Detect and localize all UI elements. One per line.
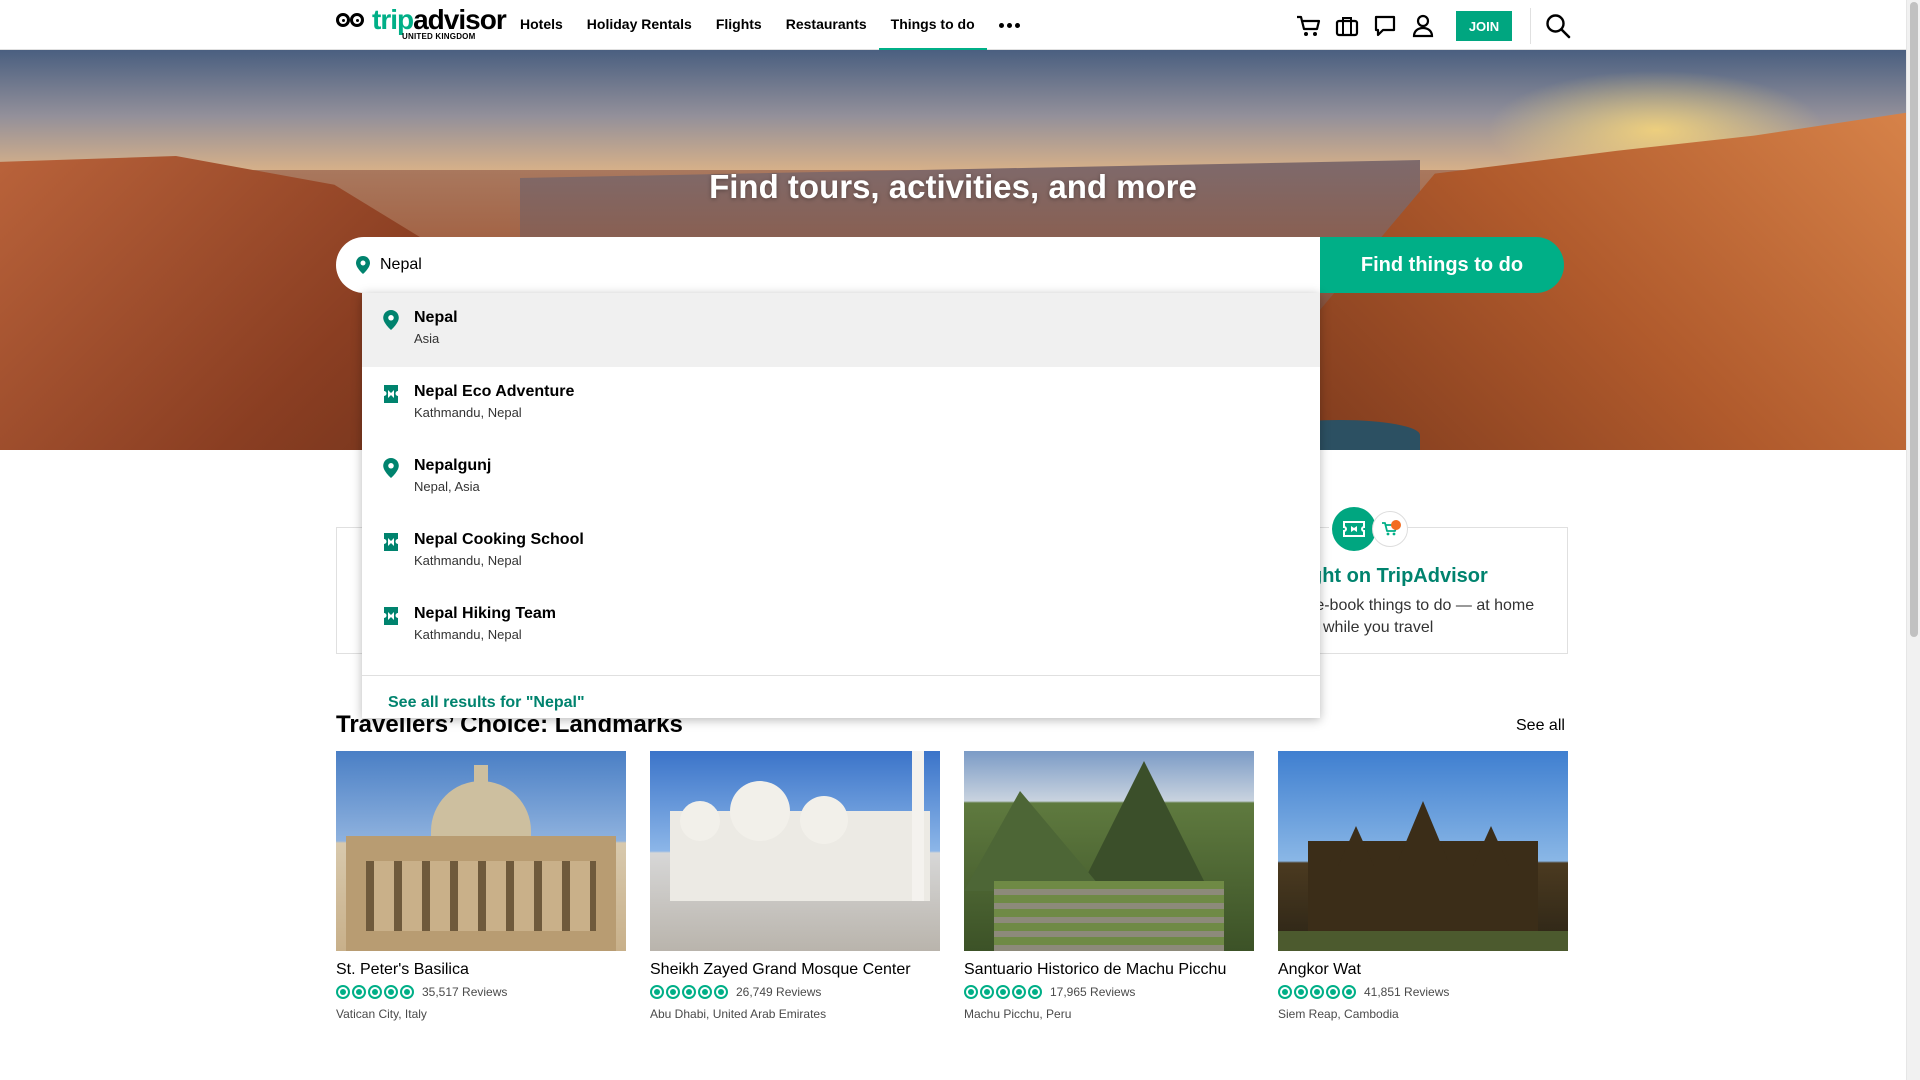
landmark-location: Abu Dhabi, United Arab Emirates: [650, 1007, 827, 1021]
suggestion-item[interactable]: Nepal Asia: [362, 293, 1320, 367]
rating-bubbles: 35,517 Reviews: [336, 984, 626, 1000]
header-actions: JOIN: [1290, 8, 1577, 44]
review-count[interactable]: 17,965 Reviews: [1050, 985, 1135, 999]
suggestion-name: Nepal Hiking Team: [414, 605, 556, 622]
page-scrollbar[interactable]: [1906, 0, 1920, 1080]
landmark-location: Machu Picchu, Peru: [964, 1007, 1072, 1021]
landmark-card[interactable]: Santuario Historico de Machu Picchu 17,9…: [964, 751, 1254, 1021]
header-divider: [1530, 8, 1531, 44]
search-bar: Find things to do: [336, 237, 1564, 293]
landmark-name[interactable]: Sheikh Zayed Grand Mosque Center: [650, 961, 940, 979]
search-suggestions: Nepal Asia Nepal Eco Adventure Kathmandu…: [362, 293, 1320, 718]
speech-bubble-icon[interactable]: [1366, 10, 1404, 42]
suggestion-name: Nepal Eco Adventure: [414, 383, 575, 400]
cart-badge-icon: [1372, 511, 1408, 547]
site-header: tripadvisor UNITED KINGDOM Hotels Holida…: [0, 0, 1906, 50]
rating-bubbles: 41,851 Reviews: [1278, 984, 1568, 1000]
promo-desc-line: re-book things to do — at home: [1310, 597, 1535, 614]
more-options-icon[interactable]: [987, 0, 1032, 50]
owl-logo-icon: [336, 11, 368, 31]
promo-title: ght on TripAdvisor: [1310, 565, 1488, 587]
suggestion-location: Kathmandu, Nepal: [414, 405, 522, 420]
landmark-name[interactable]: Angkor Wat: [1278, 961, 1568, 979]
suggestion-name: Nepalgunj: [414, 457, 492, 474]
nav-restaurants[interactable]: Restaurants: [774, 0, 879, 50]
nav-things-to-do[interactable]: Things to do: [878, 0, 987, 50]
suggestion-item[interactable]: Nepal Hiking Team Kathmandu, Nepal: [362, 589, 1320, 663]
review-count[interactable]: 35,517 Reviews: [422, 985, 507, 999]
landmark-photo[interactable]: [1278, 751, 1568, 951]
notification-dot: [1391, 520, 1401, 530]
search-input[interactable]: [380, 256, 1280, 274]
suggestion-name: Nepal: [414, 309, 458, 326]
suggestion-name: Nepal Cooking School: [414, 531, 584, 548]
nav-hotels[interactable]: Hotels: [508, 0, 575, 50]
cart-icon[interactable]: [1290, 10, 1328, 42]
promo-description: re-book things to do — at home while you…: [1310, 595, 1558, 639]
promo-desc-line: while you travel: [1323, 619, 1434, 636]
landmark-card[interactable]: Angkor Wat 41,851 Reviews Siem Reap, Cam…: [1278, 751, 1568, 1021]
nav-holiday-rentals[interactable]: Holiday Rentals: [575, 0, 704, 50]
join-button[interactable]: JOIN: [1456, 11, 1512, 41]
landmark-photo[interactable]: [336, 751, 626, 951]
landmark-photo[interactable]: [650, 751, 940, 951]
suggestion-item[interactable]: Nepal Cooking School Kathmandu, Nepal: [362, 515, 1320, 589]
suggestion-location: Nepal, Asia: [414, 479, 480, 494]
suggestion-location: Kathmandu, Nepal: [414, 553, 522, 568]
suggestion-location: Kathmandu, Nepal: [414, 627, 522, 642]
ticket-icon: [384, 385, 398, 403]
scrollbar-thumb[interactable]: [1910, 2, 1918, 637]
landmark-photo[interactable]: [964, 751, 1254, 951]
landmark-card[interactable]: Sheikh Zayed Grand Mosque Center 26,749 …: [650, 751, 940, 1021]
see-all-results-link[interactable]: See all results for "Nepal": [362, 676, 1320, 712]
location-pin-icon: [383, 310, 399, 330]
landmark-name[interactable]: Santuario Historico de Machu Picchu: [964, 961, 1254, 979]
rating-bubbles: 26,749 Reviews: [650, 984, 940, 1000]
logo-wordmark: tripadvisor: [372, 4, 507, 35]
briefcase-icon[interactable]: [1328, 10, 1366, 42]
main-nav: Hotels Holiday Rentals Flights Restauran…: [508, 0, 1032, 50]
landmark-location: Siem Reap, Cambodia: [1278, 1007, 1399, 1021]
find-things-to-do-button[interactable]: Find things to do: [1320, 237, 1564, 293]
review-count[interactable]: 26,749 Reviews: [736, 985, 821, 999]
promo-badges: [1332, 507, 1408, 551]
location-pin-icon: [383, 458, 399, 478]
user-icon[interactable]: [1404, 10, 1442, 42]
landmark-location: Vatican City, Italy: [336, 1007, 427, 1021]
hero-title: Find tours, activities, and more: [709, 168, 1197, 205]
review-count[interactable]: 41,851 Reviews: [1364, 985, 1449, 999]
nav-flights[interactable]: Flights: [704, 0, 774, 50]
search-icon[interactable]: [1539, 10, 1577, 42]
location-pin-icon: [356, 256, 370, 274]
suggestion-item[interactable]: Nepal Eco Adventure Kathmandu, Nepal: [362, 367, 1320, 441]
rating-bubbles: 17,965 Reviews: [964, 984, 1254, 1000]
see-all-link[interactable]: See all: [1516, 717, 1565, 735]
ticket-icon: [384, 533, 398, 551]
ticket-badge-icon: [1332, 507, 1376, 551]
tripadvisor-logo[interactable]: tripadvisor UNITED KINGDOM: [336, 4, 507, 41]
landmark-card[interactable]: St. Peter's Basilica 35,517 Reviews Vati…: [336, 751, 626, 1021]
suggestion-item[interactable]: Nepalgunj Nepal, Asia: [362, 441, 1320, 515]
landmark-name[interactable]: St. Peter's Basilica: [336, 961, 626, 979]
search-field[interactable]: [336, 237, 1320, 293]
suggestion-location: Asia: [414, 331, 440, 346]
ticket-icon: [384, 607, 398, 625]
